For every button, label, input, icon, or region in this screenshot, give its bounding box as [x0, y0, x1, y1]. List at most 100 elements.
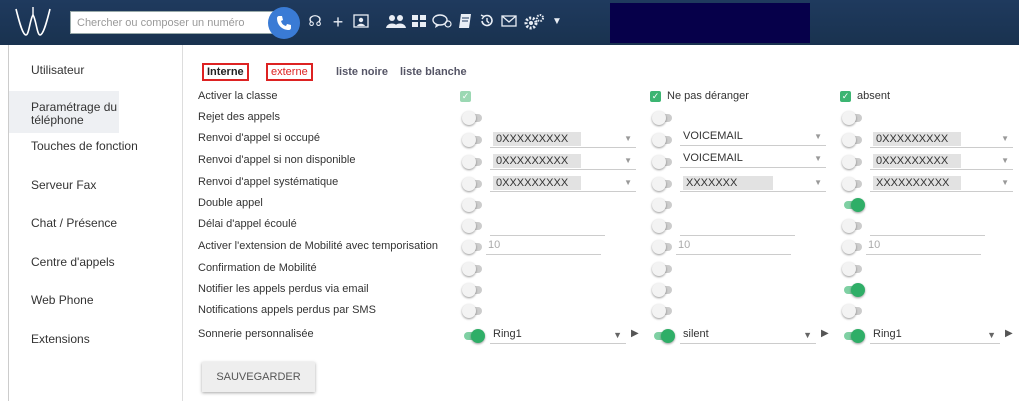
chevron-down-icon[interactable]: ▼ [550, 13, 564, 31]
group-icon[interactable] [386, 13, 406, 31]
col2-rejet-toggle[interactable] [652, 111, 674, 125]
row-label-renvoi-occupe: Renvoi d'appel si occupé [198, 132, 320, 144]
row-label-confirmation-mobilite: Confirmation de Mobilité [198, 262, 317, 274]
col1-rejet-toggle[interactable] [462, 111, 484, 125]
col1-notify-sms-toggle[interactable] [462, 304, 484, 318]
col2-notify-email-toggle[interactable] [652, 283, 674, 297]
col3-play-icon[interactable]: ▶ [1005, 328, 1013, 339]
col3-rejet-toggle[interactable] [842, 111, 864, 125]
col1-mobility-timeout[interactable]: 10 [486, 239, 601, 255]
row-label-sonnerie: Sonnerie personnalisée [198, 328, 314, 340]
row-label-renvoi-non-dispo: Renvoi d'appel si non disponible [198, 154, 356, 166]
search-input[interactable]: Chercher ou composer un numéro [70, 11, 280, 34]
col3-ringtone-toggle[interactable] [842, 329, 865, 343]
col2-ringtone-toggle[interactable] [652, 329, 675, 343]
col3-systematic-select[interactable]: XXXXXXXXXX ▼ [870, 174, 1013, 192]
col1-ringtone-select[interactable]: Ring1 ▼ [490, 326, 626, 344]
call-button[interactable] [268, 7, 300, 39]
col2-double-appel-toggle[interactable] [652, 198, 674, 212]
plus-icon[interactable]: + [330, 13, 346, 31]
col3-busy-toggle[interactable] [842, 133, 864, 147]
notebook-icon[interactable] [456, 13, 474, 31]
settings-gears-icon[interactable] [522, 13, 546, 31]
col2-unavail-select[interactable]: VOICEMAIL ▼ [680, 150, 826, 168]
col3-label: absent [857, 90, 891, 102]
row-label-mobilite-tempo: Activer l'extension de Mobilité avec tem… [198, 240, 438, 252]
col3-ringtone-select[interactable]: Ring1 ▼ [870, 326, 1000, 344]
col1-ringtone-toggle[interactable] [462, 329, 485, 343]
sidebar-item-centre-appels[interactable]: Centre d'appels [9, 256, 183, 269]
col1-delai-field[interactable] [490, 220, 605, 236]
row-label-notifier-email: Notifier les appels perdus via email [198, 283, 369, 295]
col3-systematic-toggle[interactable] [842, 177, 864, 191]
col3-busy-select[interactable]: 0XXXXXXXXX ▼ [870, 130, 1013, 148]
row-label-double-appel: Double appel [198, 197, 263, 209]
col2-label: Ne pas déranger [667, 90, 749, 102]
redacted-area [610, 3, 810, 43]
phone-icon [277, 16, 291, 30]
col1-systematic-select[interactable]: 0XXXXXXXXX ▼ [490, 174, 636, 192]
col1-unavail-toggle[interactable] [462, 155, 484, 169]
col2-delai-field[interactable] [680, 220, 795, 236]
col2-confirm-mobility-toggle[interactable] [652, 262, 674, 276]
col3-notify-email-toggle[interactable] [842, 283, 865, 297]
tab-interne[interactable]: Interne [202, 63, 249, 81]
col2-delai-toggle[interactable] [652, 219, 674, 233]
col3-double-appel-toggle[interactable] [842, 198, 865, 212]
col2-notify-sms-toggle[interactable] [652, 304, 674, 318]
col2-mobility-timeout[interactable]: 10 [676, 239, 791, 255]
col3-unavail-toggle[interactable] [842, 155, 864, 169]
sidebar-item-parametrage[interactable]: Paramétrage du téléphone [9, 91, 119, 133]
mail-icon[interactable] [500, 13, 518, 31]
tab-liste-blanche[interactable]: liste blanche [400, 66, 467, 78]
col1-play-icon[interactable]: ▶ [631, 328, 639, 339]
col2-unavail-toggle[interactable] [652, 155, 674, 169]
col2-busy-select[interactable]: VOICEMAIL ▼ [680, 128, 826, 146]
col3-unavail-select[interactable]: 0XXXXXXXXX ▼ [870, 152, 1013, 170]
col1-double-appel-toggle[interactable] [462, 198, 484, 212]
col3-mobility-timeout[interactable]: 10 [866, 239, 981, 255]
sidebar-item-utilisateur[interactable]: Utilisateur [9, 64, 183, 77]
col1-notify-email-toggle[interactable] [462, 283, 484, 297]
app-logo [15, 7, 51, 36]
col1-delai-toggle[interactable] [462, 219, 484, 233]
top-bar: Chercher ou composer un numéro ☊ + ▼ [0, 0, 1019, 45]
col1-enable-checkbox[interactable]: ✓ [460, 91, 471, 102]
col1-unavail-select[interactable]: 0XXXXXXXXX ▼ [490, 152, 636, 170]
sidebar: Utilisateur Paramétrage du téléphone Tou… [8, 45, 183, 401]
history-icon[interactable] [478, 13, 496, 31]
col3-mobility-toggle[interactable] [842, 240, 864, 254]
contact-card-icon[interactable] [352, 13, 370, 31]
sidebar-item-fax[interactable]: Serveur Fax [9, 179, 183, 192]
col1-busy-select[interactable]: 0XXXXXXXXX ▼ [490, 130, 636, 148]
tab-externe[interactable]: externe [266, 63, 313, 81]
sidebar-item-chat[interactable]: Chat / Présence [9, 217, 183, 230]
col3-confirm-mobility-toggle[interactable] [842, 262, 864, 276]
col2-enable-checkbox[interactable]: ✓ [650, 91, 661, 102]
sidebar-item-touches[interactable]: Touches de fonction [9, 140, 183, 153]
row-label-rejet-appels: Rejet des appels [198, 111, 280, 123]
col2-ringtone-select[interactable]: silent ▼ [680, 326, 816, 344]
col2-busy-toggle[interactable] [652, 133, 674, 147]
row-label-notif-sms: Notifications appels perdus par SMS [198, 304, 376, 316]
col3-notify-sms-toggle[interactable] [842, 304, 864, 318]
chat-icon[interactable] [432, 13, 452, 31]
col1-systematic-toggle[interactable] [462, 177, 484, 191]
sidebar-item-extensions[interactable]: Extensions [9, 333, 183, 346]
col2-systematic-select[interactable]: XXXXXXX ▼ [680, 174, 826, 192]
grid-icon[interactable] [410, 13, 428, 31]
col1-busy-toggle[interactable] [462, 133, 484, 147]
col1-confirm-mobility-toggle[interactable] [462, 262, 484, 276]
col1-mobility-toggle[interactable] [462, 240, 484, 254]
col2-mobility-toggle[interactable] [652, 240, 674, 254]
col3-delai-toggle[interactable] [842, 219, 864, 233]
headset-icon[interactable]: ☊ [306, 13, 324, 31]
col3-enable-checkbox[interactable]: ✓ [840, 91, 851, 102]
tab-liste-noire[interactable]: liste noire [336, 66, 388, 78]
col3-delai-field[interactable] [870, 220, 985, 236]
col2-play-icon[interactable]: ▶ [821, 328, 829, 339]
sidebar-item-web-phone[interactable]: Web Phone [9, 294, 183, 307]
row-label-renvoi-systematique: Renvoi d'appel systématique [198, 176, 339, 188]
save-button[interactable]: SAUVEGARDER [202, 362, 315, 392]
col2-systematic-toggle[interactable] [652, 177, 674, 191]
